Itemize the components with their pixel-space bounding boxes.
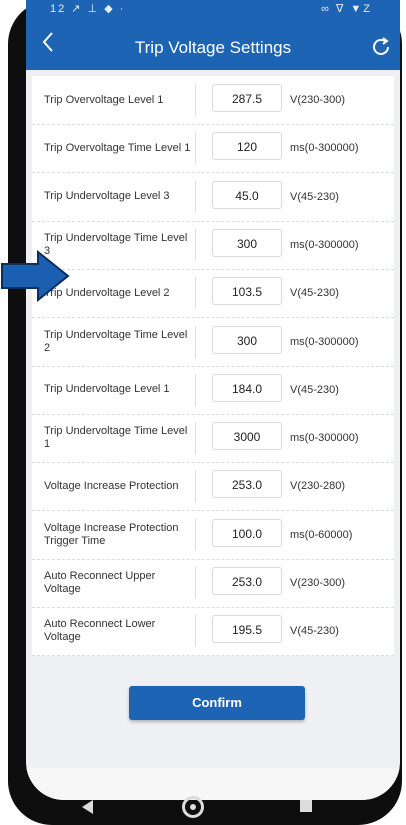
system-nav-bar <box>8 790 382 825</box>
setting-unit-range: V(45-230) <box>290 625 339 638</box>
setting-value-input[interactable]: 253.0 <box>212 567 282 595</box>
nav-back-icon[interactable] <box>82 800 93 814</box>
setting-value-input[interactable]: 100.0 <box>212 518 282 547</box>
setting-row: Trip Undervoltage Time Level 2 300 ms(0-30… <box>32 318 394 367</box>
setting-unit-range: ms(0-300000) <box>290 432 359 445</box>
setting-row: Voltage Increase Protection 253.0 V(230-28… <box>32 462 394 512</box>
status-bar-left: 12 ↗ ⊥ ◆ · <box>50 3 126 15</box>
confirm-button[interactable]: Confirm <box>129 686 305 720</box>
setting-value-input[interactable]: 103.5 <box>212 277 282 306</box>
setting-label: Auto Reconnect Lower Voltage <box>44 618 156 644</box>
setting-label: Trip Undervoltage Level 1 <box>44 383 170 396</box>
setting-value-input[interactable]: 184.0 <box>212 373 282 402</box>
setting-unit-range: ms(0-300000) <box>290 238 359 251</box>
setting-unit-range: ms(0-300000) <box>290 335 359 348</box>
setting-value-input[interactable]: 120 <box>212 132 282 161</box>
setting-label: Trip Undervoltage Time Level 2 <box>44 328 188 354</box>
row-divider <box>195 132 196 165</box>
row-divider <box>195 180 196 213</box>
row-divider <box>195 470 196 503</box>
setting-unit-range: ms(0-300000) <box>290 142 359 155</box>
setting-value-input[interactable]: 287.5 <box>212 84 282 112</box>
page-title: Trip Voltage Settings <box>134 38 292 57</box>
app-header: 12 ↗ ⊥ ◆ · ∞ ∇ ▼Z Trip Voltage Settings <box>26 0 400 70</box>
app-screen: 12 ↗ ⊥ ◆ · ∞ ∇ ▼Z Trip Voltage Settings … <box>26 0 400 800</box>
setting-row: Trip Undervoltage Level 3 45.0 V(45-230) <box>32 173 394 222</box>
setting-row: Trip Overvoltage Level 1 287.5 V(230-300) <box>32 76 394 125</box>
setting-row: Auto Reconnect Upper Voltage 253.0 V(230-3… <box>32 559 394 608</box>
setting-unit-range: V(230-280) <box>290 480 346 493</box>
row-divider <box>195 615 196 648</box>
row-divider <box>195 518 196 551</box>
row-divider <box>195 277 196 310</box>
setting-row: Trip Undervoltage Level 1 184.0 V(45-230) <box>32 366 394 415</box>
setting-row: Trip Undervoltage Time Level 1 3000 ms(0-3… <box>32 414 394 464</box>
setting-value-input[interactable]: 253.0 <box>212 470 282 499</box>
setting-label: Auto Reconnect Upper Voltage <box>44 570 156 595</box>
setting-value-input[interactable]: 3000 <box>212 422 282 451</box>
setting-unit-range: V(45-230) <box>290 287 339 300</box>
setting-unit-range: V(45-230) <box>290 383 339 396</box>
status-bar-right: ∞ ∇ ▼Z <box>321 3 372 15</box>
setting-label: Voltage Increase Protection <box>44 479 179 492</box>
setting-row: Auto Reconnect Lower Voltage 195.5 V(45-23… <box>32 607 394 657</box>
setting-unit-range: V(230-300) <box>290 577 346 589</box>
setting-label: Trip Overvoltage Level 1 <box>44 93 164 106</box>
setting-value-input[interactable]: 300 <box>212 325 282 354</box>
setting-unit-range: ms(0-60000) <box>290 528 353 541</box>
setting-label: Trip Overvoltage Time Level 1 <box>44 141 191 154</box>
setting-label: Trip Undervoltage Level 3 <box>44 190 170 203</box>
refresh-button[interactable] <box>370 36 392 58</box>
row-divider <box>195 567 196 599</box>
setting-unit-range: V(45-230) <box>290 190 339 203</box>
setting-value-input[interactable]: 195.5 <box>212 615 282 644</box>
setting-value-input[interactable]: 45.0 <box>212 180 282 209</box>
row-divider <box>195 373 196 406</box>
row-divider <box>195 325 196 358</box>
setting-unit-range: V(230-300) <box>290 94 346 106</box>
nav-recent-apps-icon[interactable] <box>300 800 312 812</box>
setting-label: Trip Undervoltage Time Level 1 <box>44 425 188 451</box>
setting-label: Voltage Increase Protection Trigger Time <box>44 521 179 547</box>
pointer-arrow-icon <box>1 250 70 302</box>
row-divider <box>195 84 196 116</box>
setting-row: Voltage Increase Protection Trigger Time… <box>32 511 394 560</box>
setting-row: Trip Undervoltage Level 2 103.5 V(45-230) <box>32 269 394 319</box>
setting-row: Trip Overvoltage Time Level 1 120 ms(0-300… <box>32 124 394 174</box>
setting-value-input[interactable]: 300 <box>212 228 282 257</box>
phone-frame: 12 ↗ ⊥ ◆ · ∞ ∇ ▼Z Trip Voltage Settings … <box>8 0 402 825</box>
nav-home-icon[interactable] <box>182 796 204 818</box>
row-divider <box>195 228 196 261</box>
row-divider <box>195 422 196 455</box>
settings-list: Trip Overvoltage Level 1 287.5 V(230-300) T… <box>32 76 394 657</box>
setting-row: Trip Undervoltage Time Level 3 300 ms(0-30… <box>32 221 394 270</box>
refresh-icon <box>373 37 389 55</box>
